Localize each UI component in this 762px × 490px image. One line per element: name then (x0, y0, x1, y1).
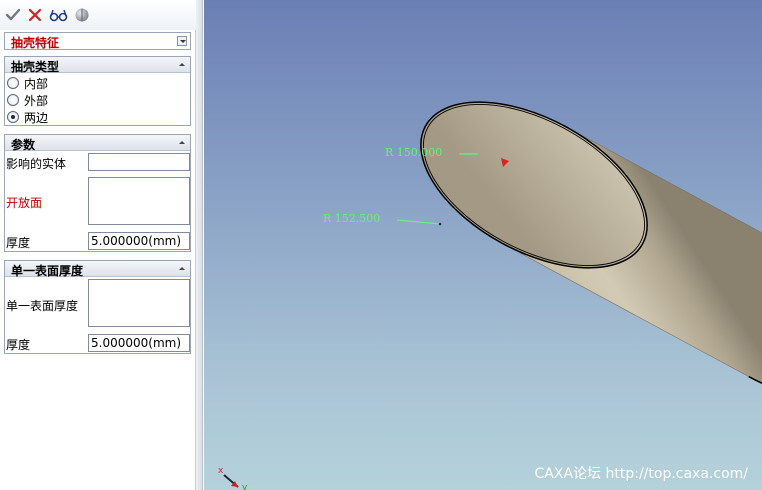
feature-title: 抽壳特征 (11, 36, 60, 50)
single-surface-header[interactable]: 单一表面厚度 (5, 261, 190, 278)
shell-type-group: 抽壳类型 内部 外部 两边 (4, 56, 191, 126)
thickness-label: 厚度 (6, 338, 31, 352)
cancel-button[interactable] (26, 6, 44, 24)
panel-toolbar (0, 0, 196, 30)
radio-outer[interactable]: 外部 (7, 92, 48, 108)
check-icon (5, 8, 21, 21)
axis-y-label: y (242, 483, 248, 490)
cylinder-model[interactable]: x y (204, 0, 762, 490)
thickness-field[interactable]: 5.000000(mm) (88, 232, 190, 250)
shell-type-title: 抽壳类型 (11, 60, 60, 74)
radio-inner[interactable]: 内部 (7, 75, 48, 91)
params-header[interactable]: 参数 (5, 135, 190, 152)
surface-thickness-field[interactable] (88, 279, 190, 327)
radio-both[interactable]: 两边 (7, 109, 48, 125)
shade-button[interactable] (73, 6, 91, 24)
radio-label: 两边 (24, 110, 49, 125)
open-face-label: 开放面 (6, 196, 43, 210)
preview-button[interactable] (49, 6, 69, 24)
dimension-leader (396, 219, 441, 225)
panel-splitter[interactable] (196, 0, 203, 490)
params-group: 参数 影响的实体 开放面 厚度 5.000000(mm) (4, 134, 191, 252)
affected-entity-field[interactable] (88, 153, 190, 171)
radio-button-selected[interactable] (7, 111, 19, 123)
confirm-button[interactable] (4, 6, 22, 24)
collapse-icon[interactable] (179, 63, 185, 66)
shade-sphere-icon (75, 8, 89, 22)
chevron-down-icon[interactable] (177, 36, 187, 46)
open-face-field[interactable] (88, 177, 190, 225)
dimension-label-inner[interactable]: R 152.500 (323, 212, 380, 225)
property-panel: 抽壳特征 抽壳类型 内部 外部 两边 参数 影响的实体 开放面 厚度 5.000… (0, 0, 196, 490)
single-surface-group: 单一表面厚度 单一表面厚度 厚度 5.000000(mm) (4, 260, 191, 354)
radio-button[interactable] (7, 94, 19, 106)
preview-glasses-icon (49, 9, 68, 22)
radio-label: 外部 (24, 93, 49, 108)
dimension-label-outer[interactable]: R 150.000 (385, 146, 442, 159)
thickness-label: 厚度 (6, 236, 31, 250)
radio-button[interactable] (7, 77, 19, 89)
affected-entity-label: 影响的实体 (6, 157, 67, 171)
close-icon (28, 8, 42, 22)
radio-label: 内部 (24, 76, 49, 91)
surface-thickness-label: 单一表面厚度 (6, 299, 79, 313)
collapse-icon[interactable] (179, 267, 185, 270)
params-title: 参数 (11, 138, 36, 152)
axis-triad: x y (218, 466, 248, 490)
surface-thickness-value-field[interactable]: 5.000000(mm) (88, 334, 190, 352)
collapse-icon[interactable] (179, 141, 185, 144)
shell-type-header[interactable]: 抽壳类型 (5, 57, 190, 74)
axis-x-label: x (218, 466, 224, 476)
3d-viewport[interactable]: x y R 150.000 R 152.500 CAXA论坛 http://to… (204, 0, 762, 490)
feature-selector[interactable]: 抽壳特征 (4, 32, 191, 50)
single-surface-title: 单一表面厚度 (11, 264, 84, 278)
forum-watermark: CAXA论坛 http://top.caxa.com/ (534, 466, 748, 482)
